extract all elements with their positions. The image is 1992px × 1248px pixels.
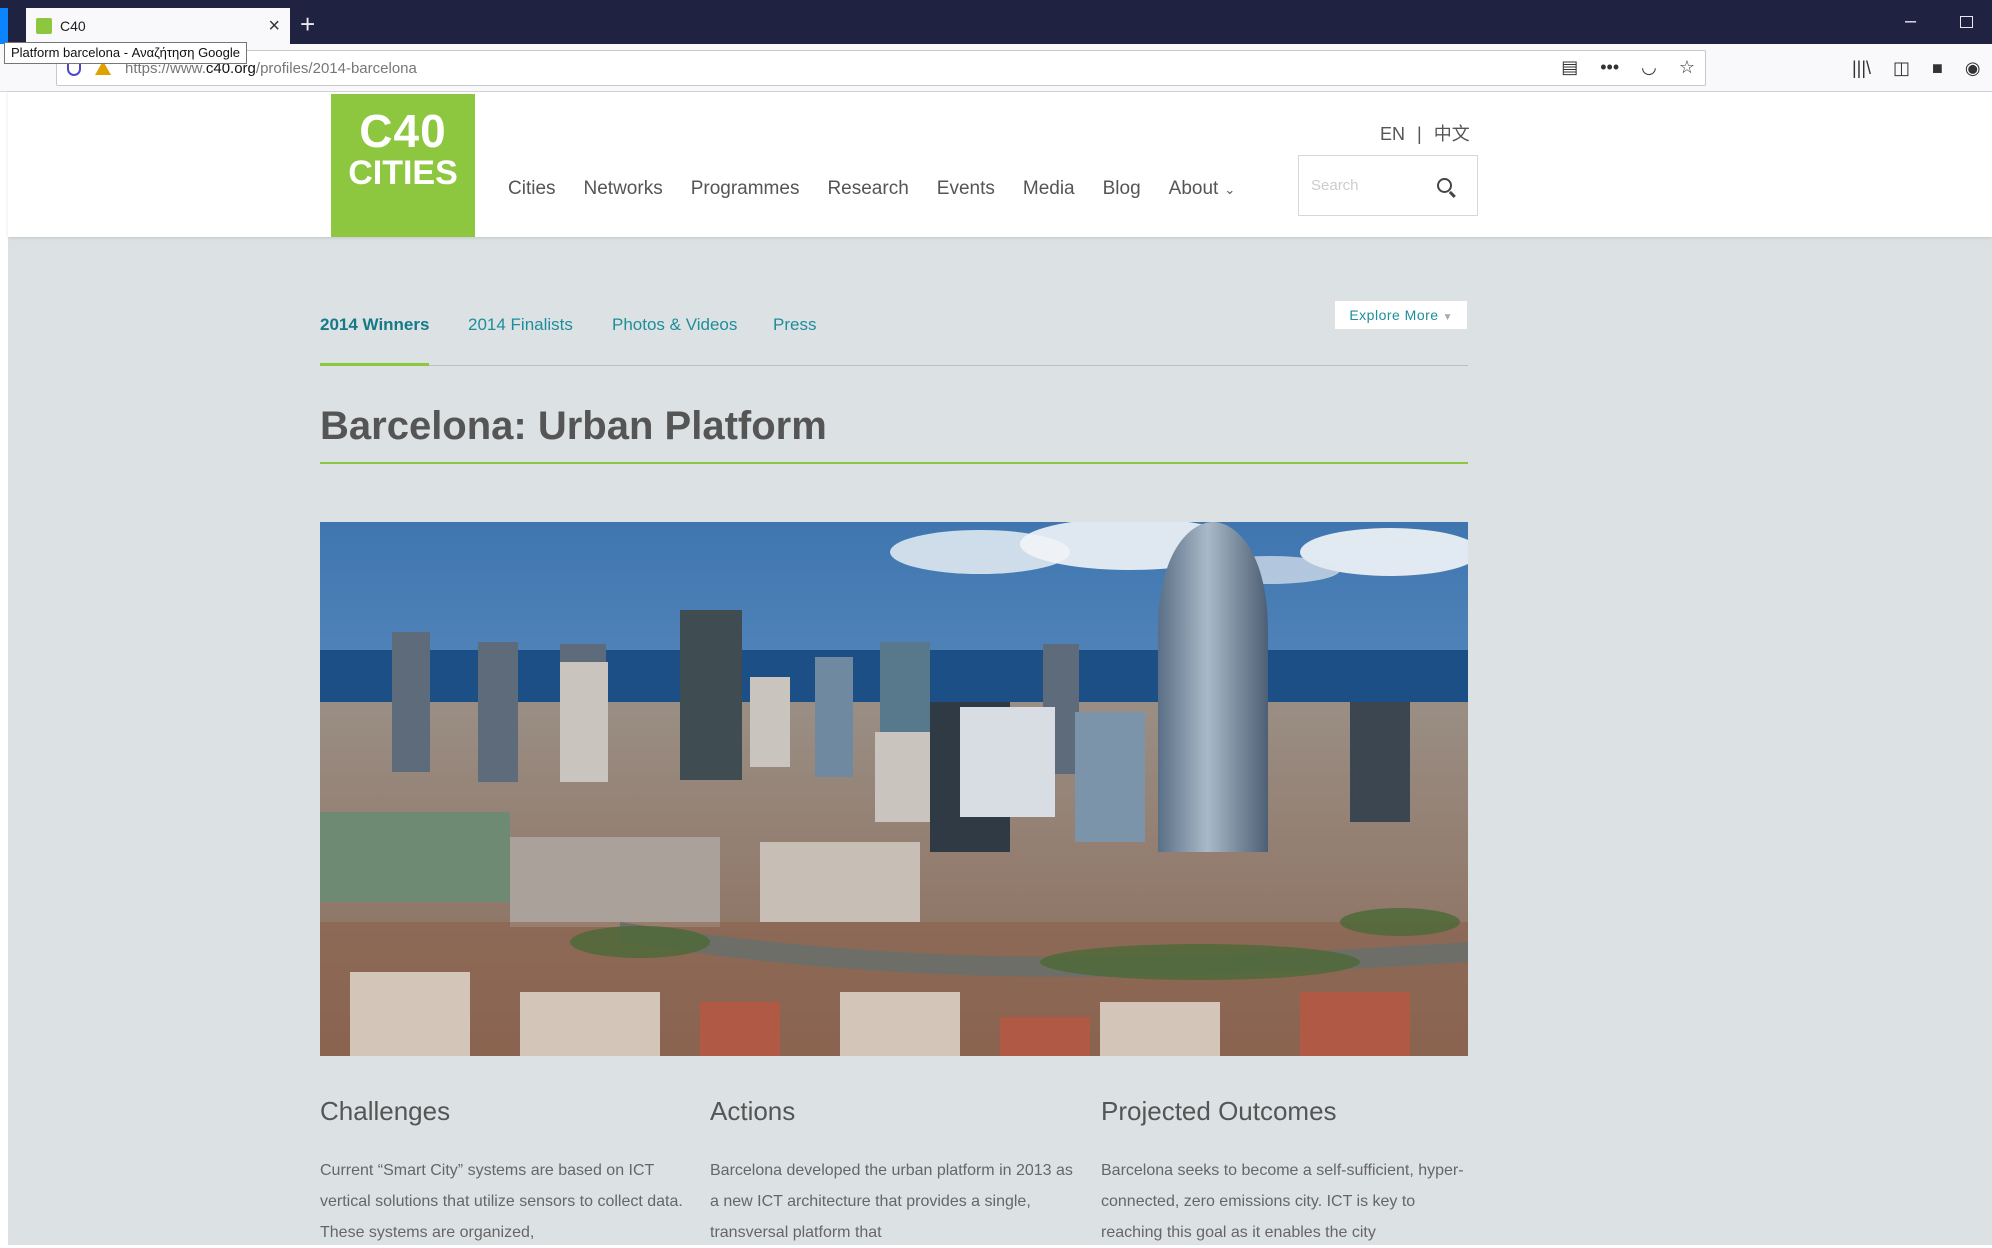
- title-divider: [320, 462, 1468, 464]
- browser-tab-bar: C40 × + –: [0, 0, 1992, 44]
- search-icon[interactable]: [1437, 178, 1452, 193]
- caret-down-icon: ▼: [1442, 312, 1453, 323]
- library-icon[interactable]: |||\: [1852, 58, 1871, 79]
- reader-view-icon[interactable]: ▤: [1561, 57, 1578, 78]
- browser-tab[interactable]: C40 ×: [26, 8, 290, 44]
- tab-photos-videos[interactable]: Photos & Videos: [612, 308, 737, 366]
- challenges-heading: Challenges: [320, 1096, 451, 1126]
- lang-zh-link[interactable]: 中文: [1434, 124, 1470, 144]
- logo-line2: CITIES: [348, 154, 458, 192]
- tab-2014-finalists[interactable]: 2014 Finalists: [468, 308, 573, 366]
- main-nav: Cities Networks Programmes Research Even…: [508, 178, 1235, 200]
- tab-title: C40: [60, 18, 86, 34]
- nav-research[interactable]: Research: [827, 178, 908, 200]
- nav-about-label: About: [1168, 178, 1219, 199]
- actions-text: Barcelona developed the urban platform i…: [710, 1162, 1073, 1241]
- address-bar[interactable]: https://www.c40.org/profiles/2014-barcel…: [56, 50, 1706, 86]
- tab-press[interactable]: Press: [773, 308, 816, 366]
- site-header: C40 CITIES EN | 中文 Cities Networks Program…: [8, 92, 1992, 237]
- actions-heading: Actions: [710, 1096, 796, 1126]
- favicon-icon: [36, 18, 52, 34]
- nav-cities[interactable]: Cities: [508, 178, 556, 200]
- explore-more-button[interactable]: Explore More ▼: [1334, 300, 1468, 330]
- page-title: Barcelona: Urban Platform: [320, 404, 827, 448]
- nav-events[interactable]: Events: [937, 178, 995, 200]
- page-actions-icon[interactable]: •••: [1600, 57, 1619, 78]
- challenges-text: Current “Smart City” systems are based o…: [320, 1162, 683, 1241]
- projected-outcomes-column: Projected Outcomes Barcelona seeks to be…: [1101, 1096, 1476, 1248]
- sub-navigation: 2014 Winners 2014 Finalists Photos & Vid…: [320, 300, 1468, 366]
- logo-line1: C40: [359, 105, 447, 157]
- actions-column: Actions Barcelona developed the urban pl…: [710, 1096, 1085, 1248]
- minimize-window-button[interactable]: –: [1905, 10, 1916, 33]
- bookmark-star-icon[interactable]: ☆: [1679, 57, 1695, 78]
- hero-image: [320, 522, 1468, 1056]
- chevron-down-icon: ⌄: [1224, 182, 1236, 197]
- toolbar-right-icons: |||\ ◫ ■ ◉: [1852, 58, 1981, 79]
- nav-about[interactable]: About ⌄: [1169, 178, 1236, 200]
- c40-logo[interactable]: C40 CITIES: [331, 94, 475, 237]
- tab-accent: [0, 8, 8, 44]
- sidebar-icon[interactable]: ◫: [1893, 58, 1910, 79]
- pocket-icon[interactable]: ◡: [1641, 57, 1657, 78]
- tab-2014-winners[interactable]: 2014 Winners: [320, 308, 430, 366]
- restore-window-button[interactable]: [1960, 16, 1973, 28]
- url-path: /profiles/2014-barcelona: [255, 59, 417, 77]
- search-input[interactable]: [1311, 177, 1431, 194]
- address-bar-actions: ▤ ••• ◡ ☆: [1561, 57, 1695, 78]
- explore-more-label: Explore More: [1349, 307, 1439, 323]
- lang-separator: |: [1417, 124, 1422, 144]
- nav-networks[interactable]: Networks: [584, 178, 663, 200]
- tab-tooltip: Platform barcelona - Αναζήτηση Google: [4, 42, 247, 64]
- nav-media[interactable]: Media: [1023, 178, 1075, 200]
- close-tab-icon[interactable]: ×: [268, 16, 280, 36]
- web-page: C40 CITIES EN | 中文 Cities Networks Program…: [8, 92, 1992, 1245]
- new-tab-button[interactable]: +: [300, 10, 315, 38]
- account-icon[interactable]: ◉: [1965, 58, 1981, 79]
- lang-en-link[interactable]: EN: [1380, 124, 1405, 144]
- projected-outcomes-heading: Projected Outcomes: [1101, 1096, 1337, 1126]
- nav-programmes[interactable]: Programmes: [691, 178, 800, 200]
- challenges-column: Challenges Current “Smart City” systems …: [320, 1096, 695, 1248]
- nav-blog[interactable]: Blog: [1103, 178, 1141, 200]
- projected-outcomes-text: Barcelona seeks to become a self-suffici…: [1101, 1162, 1464, 1241]
- language-switcher: EN | 中文: [1374, 120, 1476, 146]
- extension-icon[interactable]: ■: [1932, 58, 1943, 79]
- search-box: [1298, 155, 1478, 216]
